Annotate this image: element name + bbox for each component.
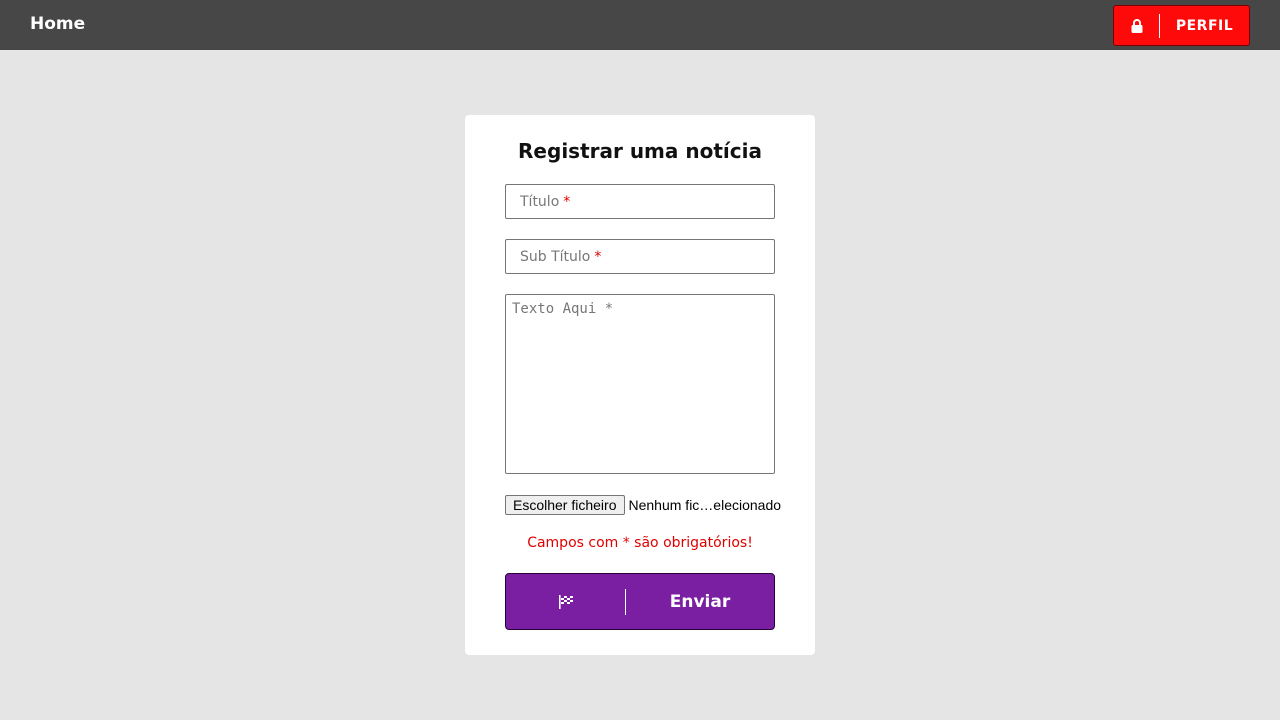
text-textarea[interactable]: Texto Aqui * (505, 294, 775, 474)
form-title: Registrar uma notícia (518, 139, 762, 163)
title-required-mark: * (563, 193, 571, 210)
news-form-card: Registrar uma notícia Título * Sub Títul… (465, 115, 815, 655)
text-placeholder: Texto Aqui * (512, 301, 614, 317)
submit-button[interactable]: Enviar (505, 573, 775, 630)
subtitle-input[interactable]: Sub Título * (505, 239, 775, 274)
lock-icon (1114, 13, 1160, 38)
submit-button-label: Enviar (669, 591, 731, 612)
top-navbar: Home PERFIL (0, 0, 1280, 50)
choose-file-button[interactable]: Escolher ficheiro (505, 495, 625, 515)
title-placeholder: Título (520, 193, 560, 210)
file-upload: Escolher ficheiro Nenhum fic…elecionado (505, 495, 781, 515)
subtitle-required-mark: * (594, 248, 602, 265)
home-link[interactable]: Home (30, 14, 85, 34)
required-fields-note: Campos com * são obrigatórios! (527, 535, 753, 551)
profile-button[interactable]: PERFIL (1113, 5, 1250, 46)
title-input[interactable]: Título * (505, 184, 775, 219)
profile-button-label: PERFIL (1175, 17, 1234, 34)
checkered-flag-icon (506, 588, 626, 615)
file-status-text: Nenhum fic…elecionado (628, 497, 782, 513)
subtitle-placeholder: Sub Título (520, 248, 591, 265)
